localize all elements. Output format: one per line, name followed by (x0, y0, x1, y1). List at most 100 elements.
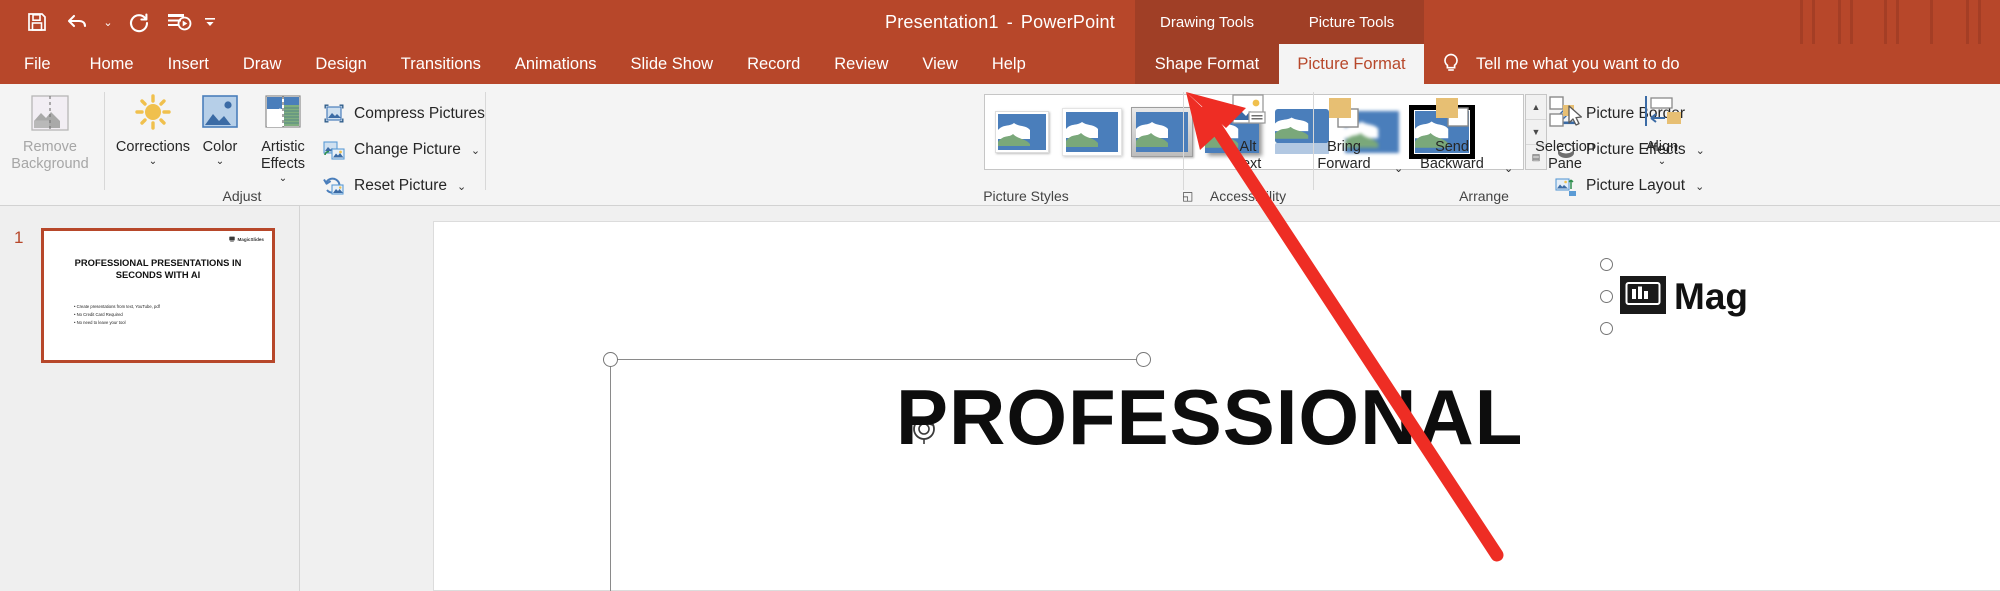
selection-pane-button[interactable]: Selection Pane (1510, 88, 1620, 188)
logo-handle-bottom-left[interactable] (1600, 322, 1613, 335)
selection-pane-label-2: Pane (1548, 156, 1582, 172)
slide-canvas[interactable]: PROFESSIONAL Mag (433, 221, 2000, 591)
chevron-down-icon[interactable]: ⌄ (216, 155, 224, 167)
remove-background-label-2: Background (11, 156, 89, 172)
tab-transitions[interactable]: Transitions (384, 44, 498, 84)
workspace: 1 MagicSlides PROFESSIONAL PRESENTATIONS… (0, 206, 2000, 591)
titlebar-stripe (1800, 0, 1803, 44)
send-backward-button[interactable]: Send Backward (1398, 88, 1506, 188)
artistic-effects-label-1: Artistic (261, 139, 305, 155)
align-button[interactable]: Align ⌄ (1620, 88, 1704, 188)
ribbon-group-arrange: Bring Forward ⌄ Send Backward ⌄ Selectio… (1314, 84, 2000, 206)
picture-style-item[interactable] (1131, 107, 1193, 157)
send-backward-label-1: Send (1435, 139, 1469, 155)
slide-canvas-area: PROFESSIONAL Mag (300, 206, 2000, 591)
send-backward-label-2: Backward (1420, 156, 1484, 172)
tab-review[interactable]: Review (817, 44, 905, 84)
chevron-down-icon[interactable]: ⌄ (469, 144, 480, 157)
bring-forward-label-2: Forward (1317, 156, 1371, 172)
artistic-effects-button[interactable]: Artistic Effects ⌄ (246, 88, 320, 188)
titlebar-stripe (1966, 0, 1969, 44)
tab-file[interactable]: File (0, 44, 73, 84)
tell-me-box[interactable]: Tell me what you want to do (1440, 44, 1680, 84)
color-label: Color (202, 139, 238, 155)
thumbnail-bullets: • Create presentations from text, YouTub… (74, 303, 160, 327)
app-name: PowerPoint (1020, 11, 1115, 32)
alt-text-button[interactable]: Alt Text (1206, 88, 1290, 188)
brightness-icon (130, 88, 176, 138)
tab-insert[interactable]: Insert (151, 44, 226, 84)
tab-picture-format[interactable]: Picture Format (1279, 44, 1424, 84)
group-separator (104, 92, 105, 190)
tab-record[interactable]: Record (730, 44, 817, 84)
resize-handle-top-middle[interactable] (1136, 352, 1151, 367)
slide-number: 1 (14, 228, 24, 247)
window-title: Presentation1 - PowerPoint (0, 0, 2000, 44)
bring-forward-icon (1320, 88, 1368, 138)
magicslides-logo-icon (1620, 276, 1666, 314)
tab-home[interactable]: Home (73, 44, 151, 84)
selection-pane-label-1: Selection (1535, 139, 1595, 155)
tab-slide-show[interactable]: Slide Show (614, 44, 731, 84)
tell-me-label: Tell me what you want to do (1476, 54, 1680, 73)
contextual-group-label: Picture Tools (1308, 13, 1395, 31)
send-backward-icon (1428, 88, 1476, 138)
chevron-down-icon[interactable]: ⌄ (149, 155, 157, 167)
logo-handle-top-left[interactable] (1600, 258, 1613, 271)
compress-pictures-label: Compress Pictures (354, 105, 485, 122)
remove-background-button[interactable]: Remove Background (8, 88, 92, 188)
group-label-accessibility: Accessibility (1209, 188, 1287, 204)
thumbnail-logo: MagicSlides (229, 236, 264, 242)
corrections-label: Corrections (115, 139, 191, 155)
titlebar-stripe (1850, 0, 1853, 44)
logo-text: Mag (1674, 276, 1748, 317)
artistic-effects-label-2: Effects (260, 156, 306, 172)
ribbon-tab-strip: File Home Insert Draw Design Transitions… (0, 44, 2000, 84)
chevron-down-icon[interactable]: ⌄ (1658, 155, 1666, 167)
thumbnail-title: PROFESSIONAL PRESENTATIONS IN SECONDS WI… (74, 257, 242, 280)
change-picture-button[interactable]: Change Picture ⌄ (322, 136, 480, 164)
thumbnail-bullet-item: • No Credit Card Required (74, 312, 123, 317)
slide-thumbnail-1[interactable]: MagicSlides PROFESSIONAL PRESENTATIONS I… (41, 228, 275, 363)
tab-draw[interactable]: Draw (226, 44, 299, 84)
bring-forward-button[interactable]: Bring Forward (1294, 88, 1394, 188)
resize-handle-top-left[interactable] (603, 352, 618, 367)
ribbon: Remove Background Corrections ⌄ Color ⌄ … (0, 84, 2000, 206)
thumbnail-bullet-item: • No need to leave your tool (74, 320, 126, 325)
tab-view[interactable]: View (905, 44, 974, 84)
logo-handle-middle-left[interactable] (1600, 290, 1613, 303)
titlebar-stripe (1838, 0, 1841, 44)
selection-pane-icon (1541, 88, 1589, 138)
group-label-arrange: Arrange (1459, 188, 1509, 204)
titlebar-stripe (1812, 0, 1815, 44)
selection-edge-left (610, 359, 611, 591)
align-icon (1638, 88, 1686, 138)
alt-text-label-2: Text (1234, 156, 1262, 172)
compress-pictures-button[interactable]: Compress Pictures (322, 100, 485, 128)
picture-style-item[interactable] (1062, 108, 1122, 156)
document-name: Presentation1 (885, 11, 999, 32)
ribbon-tabs: File Home Insert Draw Design Transitions… (0, 44, 1043, 84)
tab-shape-format[interactable]: Shape Format (1135, 44, 1279, 84)
picture-color-icon (198, 88, 242, 138)
slide-title-text[interactable]: PROFESSIONAL (896, 372, 1523, 463)
change-picture-label: Change Picture (354, 141, 461, 158)
compress-pictures-icon (322, 102, 346, 126)
titlebar-stripe (1930, 0, 1933, 44)
tab-animations[interactable]: Animations (498, 44, 614, 84)
tab-help[interactable]: Help (975, 44, 1043, 84)
color-button[interactable]: Color ⌄ (190, 88, 250, 188)
tab-design[interactable]: Design (298, 44, 383, 84)
titlebar-stripe (1884, 0, 1887, 44)
picture-style-item[interactable] (995, 111, 1049, 153)
chevron-down-icon[interactable]: ⌄ (279, 172, 287, 184)
slide-thumbnail-pane: 1 MagicSlides PROFESSIONAL PRESENTATIONS… (0, 206, 300, 591)
contextual-group-picture-tools: Picture Tools (1279, 0, 1424, 44)
ribbon-group-picture-styles: ▲ ▼ ▤ Picture Border Picture Effects ⌄ P… (486, 84, 1705, 206)
ribbon-group-accessibility: Alt Text ◱ Accessibility (1182, 84, 1312, 206)
alt-text-icon (1225, 88, 1271, 138)
thumbnail-logo-text: MagicSlides (237, 236, 264, 242)
change-picture-icon (322, 138, 346, 162)
titlebar-stripe (1978, 0, 1981, 44)
corrections-button[interactable]: Corrections ⌄ (112, 88, 194, 188)
